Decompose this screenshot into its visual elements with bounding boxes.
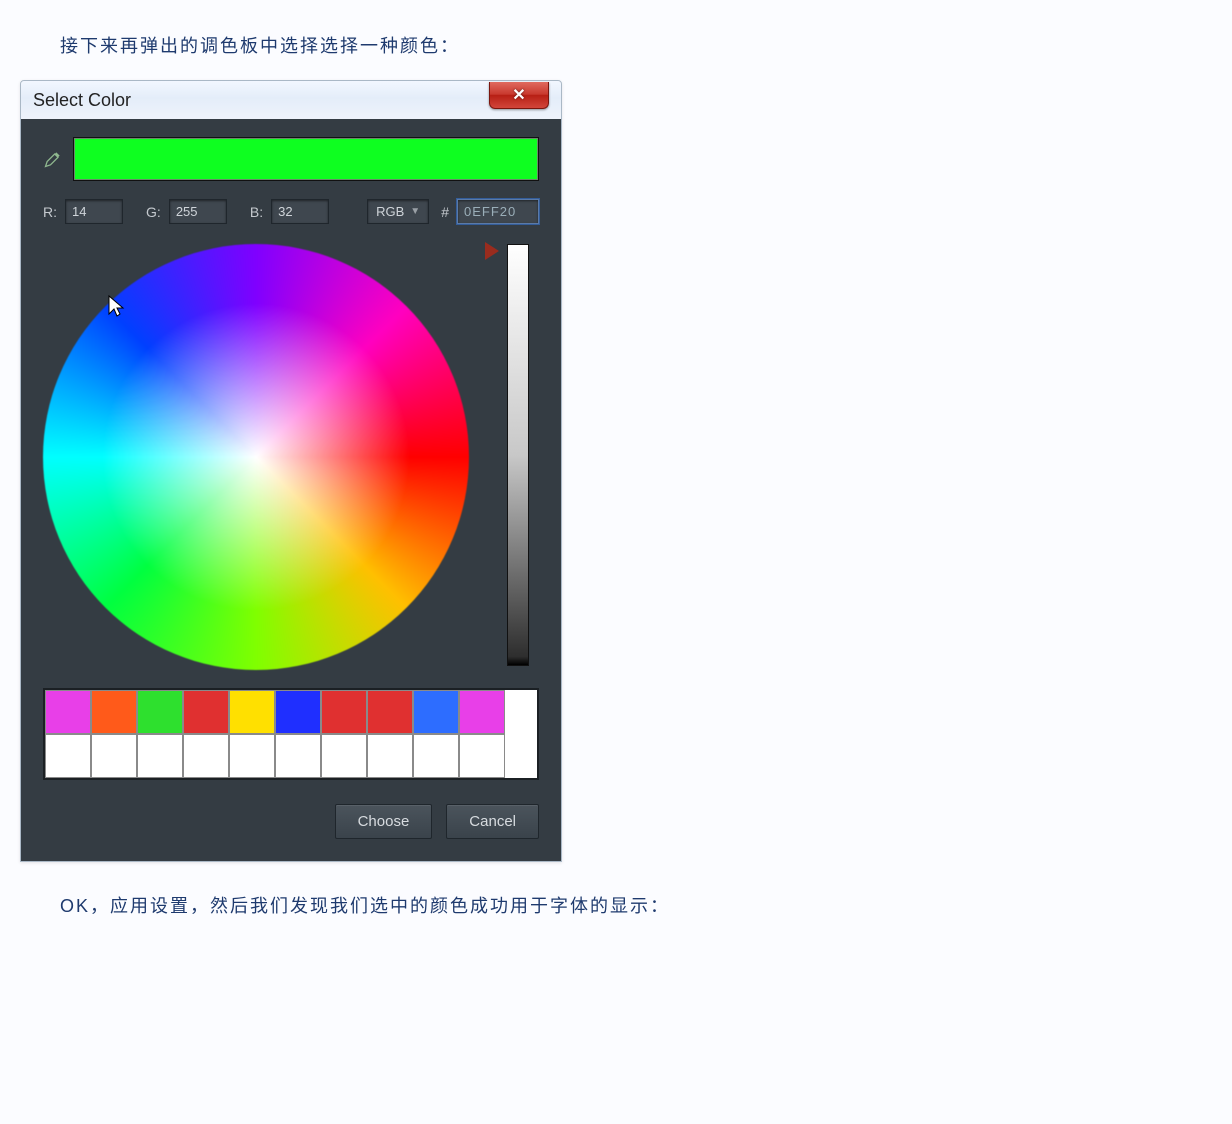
swatch-cell[interactable] [91,734,137,778]
brightness-track[interactable] [507,244,529,666]
dialog-body: R: G: B: RGB ▼ # [21,119,561,861]
swatch-cell[interactable] [137,690,183,734]
swatch-cell[interactable] [459,734,505,778]
swatch-cell[interactable] [183,734,229,778]
color-mode-select[interactable]: RGB ▼ [367,199,429,224]
swatch-cell[interactable] [367,690,413,734]
color-preview [73,137,539,181]
dialog-title: Select Color [33,90,131,111]
g-input[interactable] [169,199,227,224]
cancel-button[interactable]: Cancel [446,804,539,839]
swatch-cell[interactable] [459,690,505,734]
color-dialog: Select Color ✕ R: G: [20,80,562,862]
intro-text: 接下来再弹出的调色板中选择选择一种颜色： [60,32,1172,58]
title-bar: Select Color ✕ [21,81,561,119]
r-label: R: [43,204,57,220]
swatch-cell[interactable] [45,690,91,734]
swatch-cell[interactable] [137,734,183,778]
swatch-cell[interactable] [91,690,137,734]
swatch-grid [43,688,539,780]
r-input[interactable] [65,199,123,224]
swatch-cell[interactable] [321,734,367,778]
swatch-cell[interactable] [275,734,321,778]
hex-input[interactable] [457,199,539,224]
choose-button[interactable]: Choose [335,804,433,839]
b-input[interactable] [271,199,329,224]
swatch-cell[interactable] [229,690,275,734]
swatch-cell[interactable] [229,734,275,778]
slider-marker-icon [485,242,499,260]
swatch-cell[interactable] [413,690,459,734]
chevron-down-icon: ▼ [410,206,420,217]
outro-text: OK，应用设置，然后我们发现我们选中的颜色成功用于字体的显示： [60,892,1172,918]
close-button[interactable]: ✕ [489,82,549,109]
brightness-slider[interactable] [507,244,533,670]
swatch-cell[interactable] [367,734,413,778]
swatch-cell[interactable] [413,734,459,778]
swatch-cell[interactable] [275,690,321,734]
swatch-cell[interactable] [183,690,229,734]
eyedropper-icon[interactable] [43,149,63,169]
close-icon: ✕ [512,85,525,105]
g-label: G: [146,204,161,220]
swatch-cell[interactable] [321,690,367,734]
mode-label: RGB [376,204,404,219]
hash-label: # [441,204,449,220]
cursor-icon [107,294,125,318]
b-label: B: [250,204,263,220]
swatch-cell[interactable] [45,734,91,778]
color-wheel[interactable] [43,244,469,670]
